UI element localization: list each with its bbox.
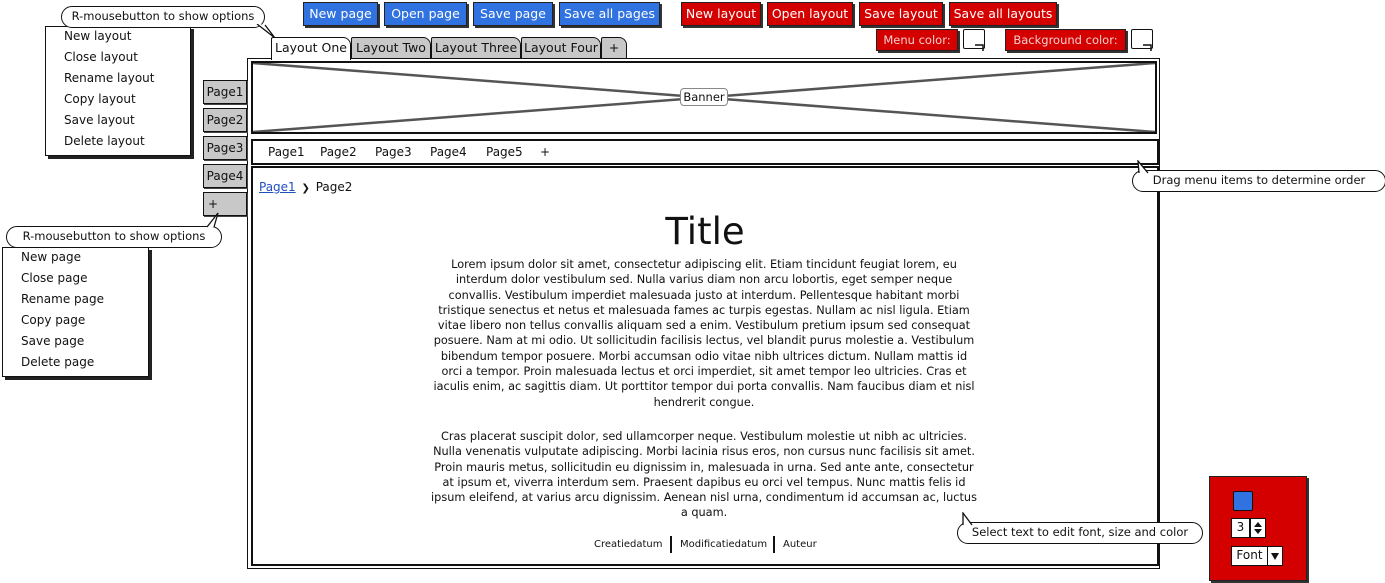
nav-item-page4[interactable]: Page4: [430, 145, 467, 159]
breadcrumb-current: Page2: [315, 180, 353, 194]
font-size-input[interactable]: 3: [1231, 518, 1250, 538]
banner: Banner: [251, 61, 1157, 134]
menu-item-save-layout[interactable]: Save layout: [64, 113, 135, 127]
text-format-panel: 3 Font: [1209, 476, 1307, 581]
body-paragraph-1: Lorem ipsum dolor sit amet, consectetur …: [433, 258, 975, 409]
banner-label: Banner: [680, 88, 728, 106]
layout-context-menu: New layout Close layout Rename layout Co…: [45, 26, 191, 156]
background-color-label: Background color:: [1005, 29, 1126, 51]
callout-drag-hint: Drag menu items to determine order: [1132, 170, 1385, 192]
nav-item-add[interactable]: +: [540, 145, 550, 159]
menu-item-new-layout[interactable]: New layout: [64, 29, 131, 43]
callout-text-hint: Select text to edit font, size and color: [957, 522, 1203, 544]
chevron-right-icon: ❯: [301, 183, 310, 194]
color-swatch-icon: [1143, 44, 1152, 51]
callout-pointer-icon: [206, 212, 219, 228]
footer-modified-date: Modificatiedatum: [680, 539, 768, 550]
tab-layout-two[interactable]: Layout Two: [351, 37, 431, 59]
tab-layout-three[interactable]: Layout Three: [431, 37, 521, 59]
footer-divider: [670, 536, 672, 553]
callout-pointer-icon: [1137, 160, 1149, 174]
save-all-layouts-button[interactable]: Save all layouts: [949, 2, 1057, 26]
tab-layout-one[interactable]: Layout One: [271, 37, 351, 60]
chevron-down-icon: [1271, 553, 1279, 560]
save-layout-button[interactable]: Save layout: [859, 2, 943, 26]
font-select[interactable]: Font: [1231, 546, 1268, 566]
footer-created-date: Creatiedatum: [594, 539, 663, 550]
breadcrumb-link[interactable]: Page1: [259, 180, 296, 194]
nav-item-page3[interactable]: Page3: [375, 145, 412, 159]
open-layout-button[interactable]: Open layout: [767, 2, 853, 26]
menu-item-close-layout[interactable]: Close layout: [64, 50, 138, 64]
new-layout-button[interactable]: New layout: [681, 2, 761, 26]
menu-item-save-page[interactable]: Save page: [21, 334, 84, 348]
page-title: Title: [665, 210, 745, 253]
menu-item-rename-page[interactable]: Rename page: [21, 292, 104, 306]
nav-item-page1[interactable]: Page1: [268, 145, 305, 159]
menu-item-copy-layout[interactable]: Copy layout: [64, 92, 136, 106]
save-all-pages-button[interactable]: Save all pages: [559, 2, 660, 26]
stepper-arrows-icon: [1254, 522, 1262, 534]
menu-item-delete-page[interactable]: Delete page: [21, 355, 94, 369]
new-page-button[interactable]: New page: [303, 2, 378, 26]
save-page-button[interactable]: Save page: [473, 2, 553, 26]
page-context-menu: New page Close page Rename page Copy pag…: [2, 247, 149, 377]
background-color-picker[interactable]: [1131, 29, 1153, 51]
menu-item-rename-layout[interactable]: Rename layout: [64, 71, 154, 85]
side-tab-page2[interactable]: Page2: [203, 108, 247, 132]
font-dropdown-button[interactable]: [1267, 546, 1283, 566]
menu-item-copy-page[interactable]: Copy page: [21, 313, 85, 327]
tab-layout-four[interactable]: Layout Four: [521, 37, 601, 59]
text-color-picker[interactable]: [1233, 491, 1253, 511]
callout-layout-options: R-mousebutton to show options: [61, 6, 265, 28]
color-swatch-icon: [975, 44, 984, 51]
side-tab-page3[interactable]: Page3: [203, 136, 247, 160]
breadcrumb: Page1 ❯ Page2: [259, 180, 352, 194]
menu-item-close-page[interactable]: Close page: [21, 271, 87, 285]
footer-divider: [773, 536, 775, 553]
menu-color-label: Menu color:: [876, 29, 958, 51]
nav-item-page2[interactable]: Page2: [320, 145, 357, 159]
footer-author: Auteur: [783, 539, 817, 550]
side-tab-page4[interactable]: Page4: [203, 164, 247, 188]
open-page-button[interactable]: Open page: [384, 2, 467, 26]
menu-item-new-page[interactable]: New page: [21, 250, 81, 264]
body-paragraph-2: Cras placerat suscipit dolor, sed ullamc…: [431, 430, 977, 520]
side-tab-page1[interactable]: Page1: [203, 80, 247, 104]
font-size-stepper[interactable]: [1250, 518, 1266, 538]
callout-page-options: R-mousebutton to show options: [6, 226, 222, 248]
tab-add-layout[interactable]: +: [601, 37, 627, 59]
nav-item-page5[interactable]: Page5: [486, 145, 523, 159]
callout-pointer-icon: [962, 512, 973, 526]
menu-item-delete-layout[interactable]: Delete layout: [64, 134, 145, 148]
menu-color-picker[interactable]: [963, 29, 985, 51]
